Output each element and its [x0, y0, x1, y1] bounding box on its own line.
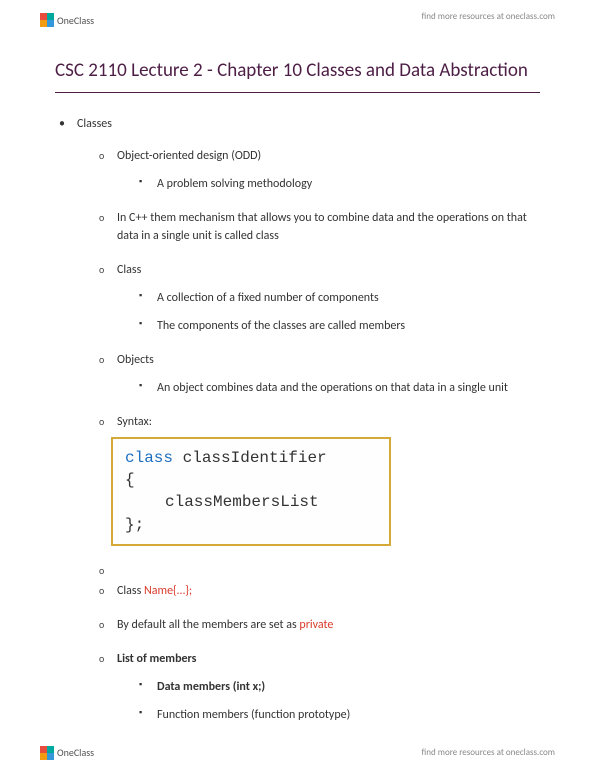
list-item: List of members Data members (int x;) Fu… — [77, 650, 540, 724]
list-item: Classes Object-oriented design (ODD) A p… — [55, 115, 540, 725]
brand-logo-footer: OneClass — [40, 745, 94, 760]
page-footer: OneClass find more resources at oneclass… — [0, 745, 595, 760]
logo-icon — [40, 13, 54, 27]
brand-name-footer: OneClass — [57, 745, 94, 760]
list-item: Data members (int x;) — [117, 678, 540, 696]
list-item: In C++ them mechanism that allows you to… — [77, 209, 540, 245]
cpp-mechanism: In C++ them mechanism that allows you to… — [117, 211, 527, 243]
outline-root-label: Classes — [77, 117, 112, 131]
list-item: Class A collection of a fixed number of … — [77, 261, 540, 335]
function-members: Function members (function prototype) — [157, 708, 350, 722]
class-collection: A collection of a fixed number of compon… — [157, 291, 379, 305]
brand-logo: OneClass — [40, 13, 94, 28]
list-item: The components of the classes are called… — [117, 317, 540, 335]
data-members: Data members (int x;) — [157, 680, 265, 694]
code-body: classMembersList — [165, 493, 319, 511]
outline-root: Classes Object-oriented design (ODD) A p… — [55, 115, 540, 725]
brand-name: OneClass — [57, 13, 94, 28]
class-label: Class — [117, 263, 141, 277]
list-item: Objects An object combines data and the … — [77, 351, 540, 397]
list-of-members: List of members — [117, 652, 196, 666]
objects-label: Objects — [117, 353, 154, 367]
ood-label: Object-oriented design (ODD) — [117, 149, 261, 163]
class-name-pre: Class — [117, 584, 144, 598]
class-name-red: Name{…}; — [144, 584, 192, 598]
page-header: OneClass find more resources at oneclass… — [0, 0, 595, 40]
list-item: Syntax: class classIdentifier { classMem… — [77, 413, 540, 547]
objects-desc: An object combines data and the operatio… — [157, 381, 508, 395]
document-body: CSC 2110 Lecture 2 - Chapter 10 Classes … — [0, 58, 595, 724]
keyword-class: class — [125, 449, 173, 467]
code-brace-open: { — [125, 469, 377, 491]
list-item: Object-oriented design (ODD) A problem s… — [77, 147, 540, 193]
list-item: A problem solving methodology — [117, 175, 540, 193]
list-item: Function members (function prototype) — [117, 706, 540, 724]
default-pre: By default all the members are set as — [117, 618, 299, 632]
code-identifier: classIdentifier — [173, 449, 327, 467]
default-private: private — [299, 618, 333, 632]
empty-bullet — [77, 562, 540, 572]
page-title: CSC 2110 Lecture 2 - Chapter 10 Classes … — [55, 58, 540, 84]
code-brace-close: }; — [125, 514, 377, 536]
class-members: The components of the classes are called… — [157, 319, 405, 333]
title-divider — [55, 92, 540, 93]
list-item: An object combines data and the operatio… — [117, 379, 540, 397]
resources-link-bottom[interactable]: find more resources at oneclass.com — [422, 746, 555, 760]
list-item: A collection of a fixed number of compon… — [117, 289, 540, 307]
syntax-label: Syntax: — [117, 415, 152, 429]
list-item: Class Name{…}; — [77, 582, 540, 600]
ood-methodology: A problem solving methodology — [157, 177, 312, 191]
resources-link-top[interactable]: find more resources at oneclass.com — [422, 10, 555, 24]
logo-icon — [40, 746, 54, 760]
list-item: By default all the members are set as pr… — [77, 616, 540, 634]
syntax-code-block: class classIdentifier { classMembersList… — [111, 437, 391, 547]
